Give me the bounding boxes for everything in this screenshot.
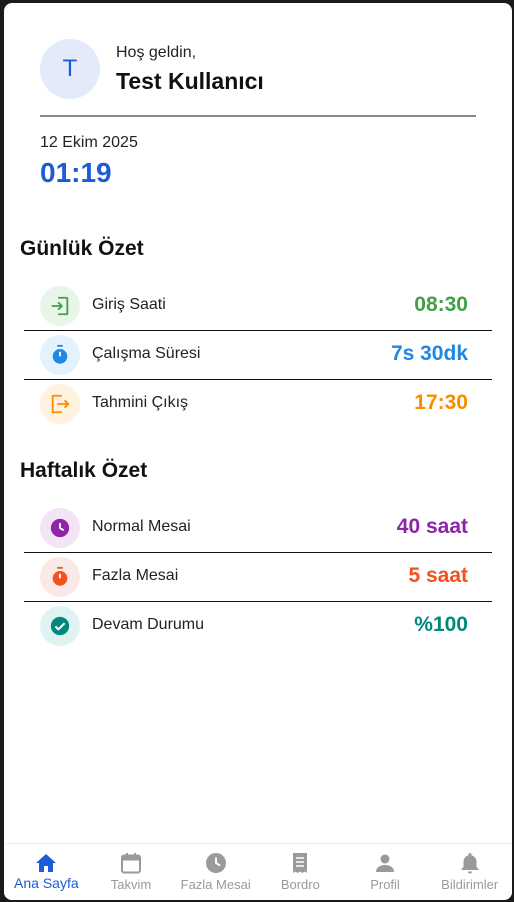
timer-icon [52, 566, 68, 586]
timer-icon [40, 335, 80, 375]
app-screen: T Hoş geldin, Test Kullanıcı 12 Ekim 202… [4, 3, 512, 900]
nav-label: Bildirimler [441, 877, 499, 892]
logout-icon [40, 384, 80, 424]
person-icon [376, 854, 395, 872]
nav-label: Bordro [280, 877, 320, 892]
weekly-summary-value: %100 [414, 613, 468, 636]
nav-label: Fazla Mesai [180, 877, 251, 892]
login-icon [40, 286, 80, 326]
weekly-summary-label: Fazla Mesai [92, 567, 179, 584]
weekly-summary-label: Devam Durumu [92, 616, 205, 633]
daily-summary-list: Giriş Saati 08:30 Çalışma Süresi 7s 30dk Tah… [24, 282, 492, 428]
daily-summary-value: 7s 30dk [390, 342, 468, 365]
check-circle-icon [40, 606, 80, 646]
timer-icon [40, 557, 80, 597]
daily-summary-row: Giriş Saati 08:30 [24, 282, 492, 331]
nav-label: Profil [370, 877, 400, 892]
daily-summary-row: Tahmini Çıkış 17:30 [24, 380, 492, 428]
receipt-icon [293, 853, 308, 873]
daily-summary-value: 08:30 [414, 293, 468, 316]
daily-summary-value: 17:30 [414, 391, 468, 414]
weekly-summary-value: 40 saat [396, 515, 468, 538]
weekly-summary-row: Normal Mesai 40 saat [24, 504, 492, 553]
check-circle-icon [50, 616, 70, 636]
user-name: Test Kullanıcı [116, 68, 264, 94]
home-icon [36, 854, 57, 872]
calendar-icon [121, 853, 141, 874]
weekly-summary-label: Normal Mesai [92, 518, 191, 535]
nav-label: Ana Sayfa [14, 875, 79, 891]
nav-item-clock[interactable]: Fazla Mesai [173, 844, 258, 900]
weekly-summary-title: Haftalık Özet [20, 459, 148, 482]
greeting-text: Hoş geldin, [116, 44, 197, 61]
logout-icon [51, 394, 70, 414]
bell-icon [461, 853, 479, 874]
nav-item-calendar[interactable]: Takvim [89, 844, 174, 900]
clock-icon [50, 518, 70, 538]
nav-item-person[interactable]: Profil [343, 844, 428, 900]
avatar[interactable]: T [40, 39, 100, 99]
daily-summary-title: Günlük Özet [20, 237, 144, 260]
clock-icon [205, 853, 226, 873]
current-time: 01:19 [40, 157, 112, 188]
bottom-navigation: Ana Sayfa Takvim Fazla Mesai Bordro Profil Bi… [4, 843, 512, 900]
daily-summary-label: Çalışma Süresi [92, 345, 201, 362]
nav-item-bell[interactable]: Bildirimler [427, 844, 512, 900]
clock-icon [40, 508, 80, 548]
current-date: 12 Ekim 2025 [40, 134, 138, 151]
login-icon [51, 296, 69, 316]
daily-summary-label: Tahmini Çıkış [92, 394, 189, 411]
weekly-summary-row: Fazla Mesai 5 saat [24, 553, 492, 602]
weekly-summary-value: 5 saat [408, 564, 468, 587]
nav-item-home[interactable]: Ana Sayfa [4, 844, 89, 900]
weekly-summary-list: Normal Mesai 40 saat Fazla Mesai 5 saat Deva… [24, 504, 492, 650]
timer-icon [52, 344, 68, 364]
nav-label: Takvim [110, 877, 152, 892]
user-header: T Hoş geldin, Test Kullanıcı [40, 39, 476, 117]
nav-item-receipt[interactable]: Bordro [258, 844, 343, 900]
weekly-summary-row: Devam Durumu %100 [24, 602, 492, 650]
daily-summary-row: Çalışma Süresi 7s 30dk [24, 331, 492, 380]
daily-summary-label: Giriş Saati [92, 296, 166, 313]
